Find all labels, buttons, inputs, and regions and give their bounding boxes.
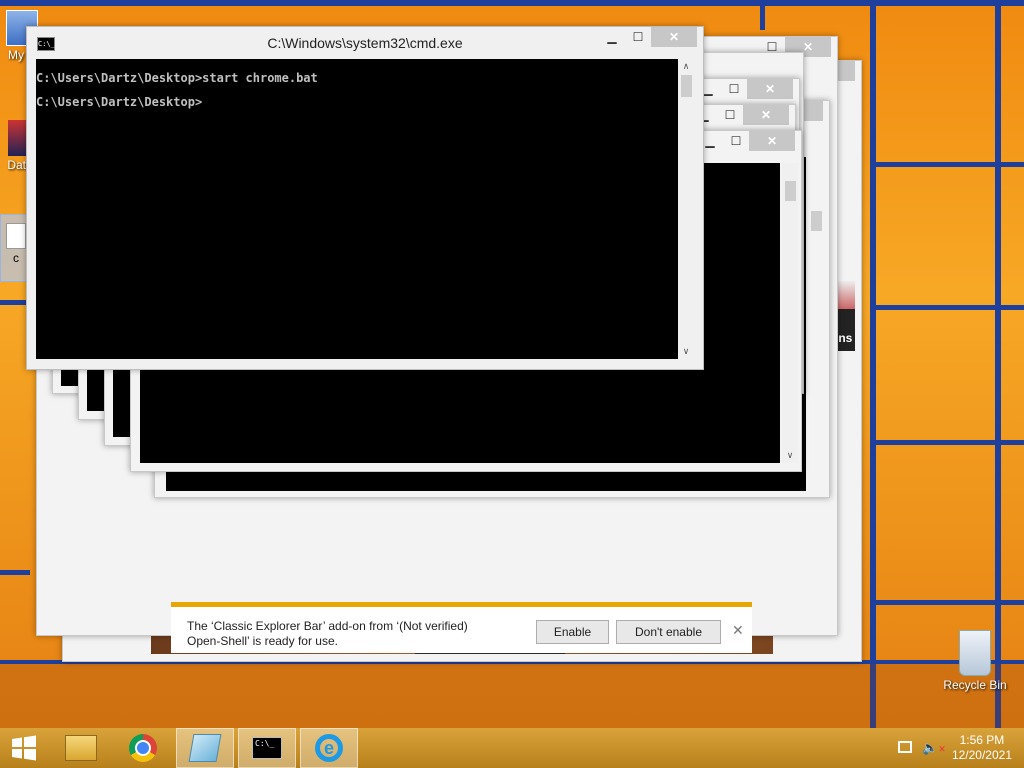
desktop-icon-recycle-bin[interactable]: Recycle Bin	[940, 630, 1010, 692]
window-controls: ▁ ☐ ✕	[599, 27, 697, 47]
close-button[interactable]: ✕	[651, 27, 697, 47]
ie-notification-bar: The ‘Classic Explorer Bar’ add-on from ‘…	[171, 602, 752, 653]
close-button[interactable]: ✕	[743, 105, 789, 125]
desktop-icon-label: Recycle Bin	[943, 678, 1007, 692]
scroll-up-arrow-icon[interactable]: ∧	[678, 61, 694, 72]
maximize-button[interactable]: ☐	[717, 105, 743, 125]
dont-enable-button[interactable]: Don't enable	[616, 620, 721, 644]
scroll-down-arrow-icon[interactable]: ∨	[782, 450, 798, 461]
window-titlebar[interactable]: C:\_ C:\Windows\system32\cmd.exe ▁ ☐ ✕	[27, 27, 703, 57]
maximize-button[interactable]: ☐	[721, 79, 747, 99]
clock-time: 1:56 PM	[959, 733, 1005, 747]
scrollbar-thumb[interactable]	[681, 75, 692, 97]
start-icon	[12, 735, 36, 761]
notification-message: The ‘Classic Explorer Bar’ add-on from ‘…	[187, 619, 487, 649]
close-button[interactable]: ✕	[747, 79, 793, 99]
console-line: C:\Users\Dartz\Desktop>	[36, 95, 203, 109]
close-button[interactable]: ✕	[749, 131, 795, 151]
vertical-scrollbar[interactable]: ∨	[782, 163, 798, 463]
window-controls: ▁ ☐ ✕	[691, 105, 789, 125]
chrome-icon	[129, 734, 157, 762]
taskbar-file-explorer[interactable]	[52, 728, 110, 768]
console-line: C:\Users\Dartz\Desktop>start chrome.bat	[36, 71, 318, 85]
start-button[interactable]	[0, 728, 48, 768]
file-explorer-icon	[65, 735, 97, 761]
vertical-scrollbar[interactable]: ∧ ∨	[678, 59, 694, 359]
console-output[interactable]: C:\Users\Dartz\Desktop>start chrome.bat …	[36, 59, 678, 359]
taskbar-app[interactable]	[176, 728, 234, 768]
scrollbar-thumb[interactable]	[811, 211, 822, 231]
minimize-button[interactable]: ▁	[599, 27, 625, 47]
taskbar: C:\_ e 🔈✕ 1:56 PM 12/20/2021	[0, 728, 1024, 768]
maximize-button[interactable]: ☐	[625, 27, 651, 47]
window-controls: ▁ ☐ ✕	[697, 131, 795, 151]
scrollbar-thumb[interactable]	[785, 181, 796, 201]
clock-date: 12/20/2021	[951, 748, 1012, 762]
taskbar-clock[interactable]: 1:56 PM 12/20/2021	[952, 733, 1012, 763]
notification-message-line: Open-Shell’ is ready for use.	[187, 634, 338, 648]
window-controls: ▁ ☐ ✕	[695, 79, 793, 99]
file-icon	[6, 223, 26, 249]
enable-button[interactable]: Enable	[536, 620, 609, 644]
taskbar-internet-explorer[interactable]: e	[300, 728, 358, 768]
app-icon	[188, 734, 222, 762]
taskbar-chrome[interactable]	[114, 728, 172, 768]
volume-muted-icon[interactable]: 🔈✕	[922, 740, 946, 756]
desktop-icon-label: c	[13, 251, 19, 265]
recycle-bin-icon	[959, 630, 991, 676]
taskbar-cmd[interactable]: C:\_	[238, 728, 296, 768]
maximize-button[interactable]: ☐	[723, 131, 749, 151]
cmd-window[interactable]: C:\_ C:\Windows\system32\cmd.exe ▁ ☐ ✕ C…	[26, 26, 704, 370]
close-icon[interactable]: ✕	[732, 622, 744, 639]
notification-message-line: The ‘Classic Explorer Bar’ add-on from ‘…	[187, 619, 468, 633]
network-icon[interactable]	[898, 741, 912, 753]
scroll-down-arrow-icon[interactable]: ∨	[678, 346, 694, 357]
cmd-icon: C:\_	[252, 737, 282, 759]
internet-explorer-icon: e	[315, 734, 343, 762]
